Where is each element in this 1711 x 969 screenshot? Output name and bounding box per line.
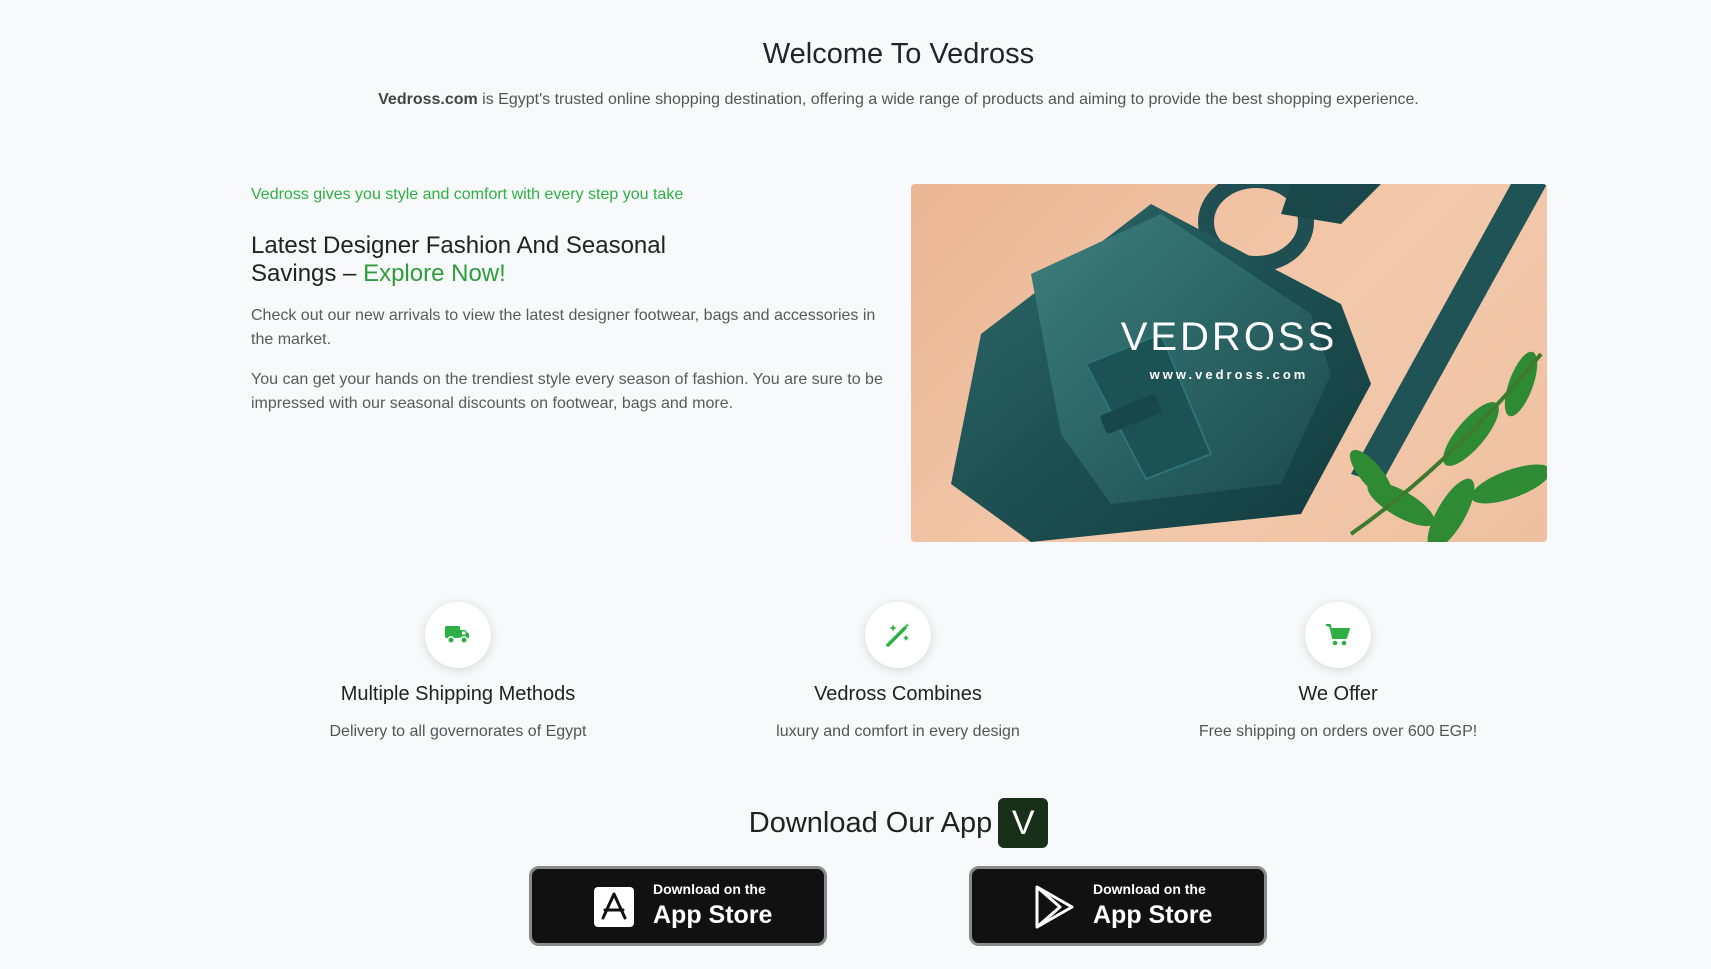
magic-wand-icon: [886, 623, 910, 647]
google-play-button[interactable]: Download on the App Store: [969, 866, 1267, 946]
welcome-description: Vedross.com is Egypt's trusted online sh…: [0, 90, 1711, 110]
intro-paragraph-1: Check out our new arrivals to view the l…: [251, 307, 876, 348]
hero-logo-url: www.vedross.com: [1149, 367, 1309, 382]
welcome-title: Welcome To Vedross: [762, 38, 1035, 70]
feature-title: We Offer: [1298, 683, 1378, 705]
shipping-fast-icon: [445, 626, 469, 644]
app-store-label: Download on the App Store: [653, 880, 772, 930]
welcome-section: Welcome To Vedross Vedross.com is Egypt'…: [0, 36, 1711, 110]
welcome-description-text: is Egypt's trusted online shopping desti…: [477, 91, 1419, 108]
feature-shipping: Multiple Shipping Methods Delivery to al…: [248, 602, 668, 742]
feature-icon-circle: [1305, 602, 1371, 668]
intro-section: Vedross gives you style and comfort with…: [251, 185, 891, 416]
hero-logo-text: VEDROSS: [1121, 315, 1338, 359]
app-store-small-text: Download on the: [653, 881, 766, 897]
vedross-app-logo: V: [998, 798, 1049, 848]
feature-offer: We Offer Free shipping on orders over 60…: [1128, 602, 1548, 742]
intro-tagline: Vedross gives you style and comfort with…: [251, 186, 684, 203]
feature-icon-circle: [865, 602, 931, 668]
download-app-title: Download Our App: [748, 807, 993, 839]
google-play-small-text: Download on the: [1093, 881, 1206, 897]
download-app-heading: Download Our App V: [0, 798, 1711, 848]
feature-description: Free shipping on orders over 600 EGP!: [1198, 723, 1478, 740]
app-store-big-text: App Store: [653, 901, 773, 929]
feature-title: Vedross Combines: [814, 683, 982, 705]
explore-now-link[interactable]: Explore Now!: [363, 260, 506, 287]
app-store-button[interactable]: Download on the App Store: [529, 866, 827, 946]
google-play-label: Download on the App Store: [1093, 880, 1212, 930]
feature-description: Delivery to all governorates of Egypt: [329, 723, 587, 740]
brand-name: Vedross.com: [378, 91, 478, 108]
shopping-cart-icon: [1326, 624, 1350, 646]
feature-combines: Vedross Combines luxury and comfort in e…: [688, 602, 1108, 742]
google-play-icon: [1035, 885, 1074, 929]
google-play-big-text: App Store: [1093, 901, 1213, 929]
intro-heading: Latest Designer Fashion And Seasonal Sav…: [251, 232, 711, 288]
feature-icon-circle: [425, 602, 491, 668]
hero-image: VEDROSS www.vedross.com: [911, 184, 1547, 542]
feature-description: luxury and comfort in every design: [776, 723, 1020, 740]
feature-title: Multiple Shipping Methods: [340, 683, 576, 705]
handbag-illustration: VEDROSS www.vedross.com: [951, 184, 1547, 542]
app-store-icon: [594, 887, 634, 927]
intro-paragraph-2: You can get your hands on the trendiest …: [251, 371, 883, 412]
